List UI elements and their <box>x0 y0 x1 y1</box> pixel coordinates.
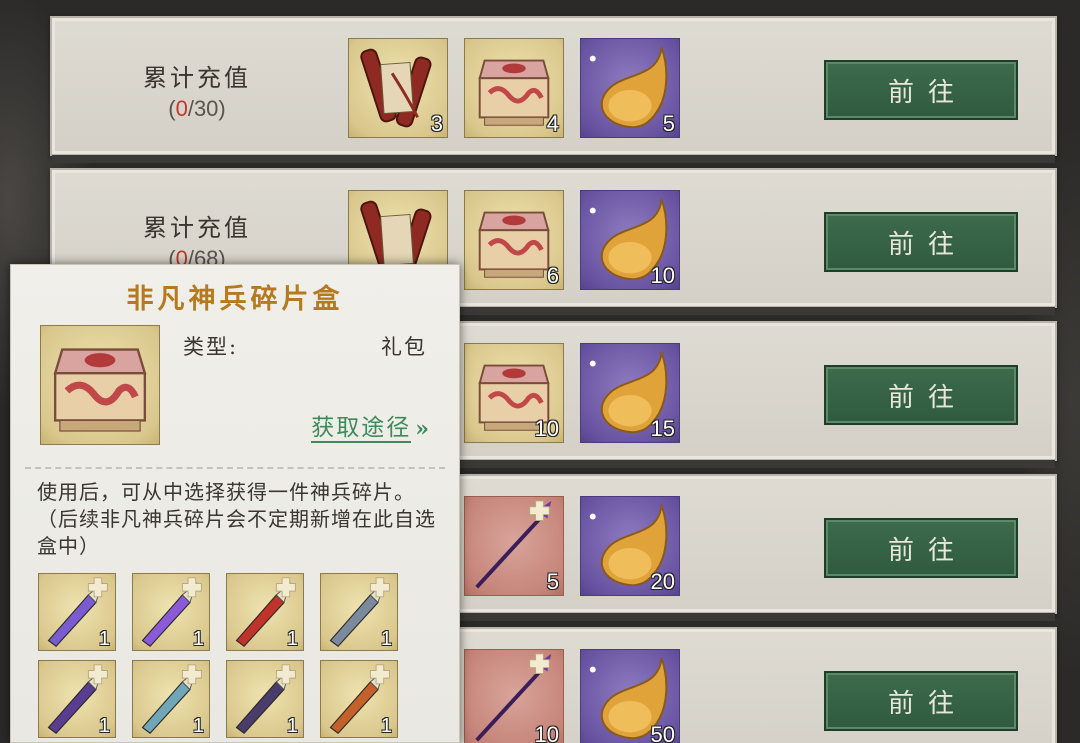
chest-icon[interactable]: 10 <box>464 343 564 443</box>
type-label: 类型: <box>183 335 239 359</box>
flame-orb-icon[interactable]: 50 <box>580 649 680 743</box>
go-button[interactable]: 前往 <box>824 671 1018 731</box>
type-value: 礼包 <box>381 335 427 359</box>
row-title: 累计充值 <box>143 64 251 92</box>
quantity-label: 1 <box>192 715 204 737</box>
shield-fragment-icon[interactable]: 1 <box>38 660 116 738</box>
blade-fragment-icon[interactable]: 1 <box>226 573 304 651</box>
obtain-source-label[interactable]: 获取途径 <box>311 415 412 444</box>
quantity-label: 1 <box>98 715 110 737</box>
popup-title: 非凡神兵碎片盒 <box>126 284 344 315</box>
row-progress: (0/30) <box>168 96 226 121</box>
flame-orb-icon[interactable]: 20 <box>580 496 680 596</box>
quantity-label: 1 <box>380 628 392 650</box>
obtain-source-link[interactable]: 获取途径 » <box>311 415 431 444</box>
item-tooltip-popup: 非凡神兵碎片盒 类型: 礼包 获取途径 » 使用后，可从中选择获得一件神兵碎片。… <box>10 264 460 743</box>
sword-fragment-icon[interactable]: 1 <box>132 660 210 738</box>
divider <box>25 467 445 469</box>
flame-orb-icon[interactable]: 15 <box>580 343 680 443</box>
go-button[interactable]: 前往 <box>824 60 1018 120</box>
go-button[interactable]: 前往 <box>824 212 1018 272</box>
quantity-label: 1 <box>98 628 110 650</box>
spear-fragment-icon[interactable]: 10 <box>464 649 564 743</box>
chest-icon[interactable]: 6 <box>464 190 564 290</box>
quantity-label: 1 <box>286 715 298 737</box>
quantity-label: 1 <box>192 628 204 650</box>
flame-orb-icon[interactable]: 5 <box>580 38 680 138</box>
spear-fragment-icon[interactable]: 5 <box>464 496 564 596</box>
flame-orb-icon[interactable]: 10 <box>580 190 680 290</box>
staff-fragment-icon[interactable]: 1 <box>320 660 398 738</box>
double-chevron-right-icon: » <box>415 416 431 443</box>
go-button[interactable]: 前往 <box>824 365 1018 425</box>
row-title: 累计充值 <box>143 214 251 242</box>
spear-fragment-icon[interactable]: 1 <box>132 573 210 651</box>
item-description: 使用后，可从中选择获得一件神兵碎片。（后续非凡神兵碎片会不定期新增在此自选盒中） <box>37 480 436 558</box>
reward-row: 累计充值 (0/30) 3 4 5 前往 <box>50 16 1057 163</box>
scroll-icon[interactable]: 3 <box>348 38 448 138</box>
go-button[interactable]: 前往 <box>824 518 1018 578</box>
halberd-fragment-icon[interactable]: 1 <box>320 573 398 651</box>
dagger-fragment-icon[interactable]: 1 <box>226 660 304 738</box>
quantity-label: 1 <box>286 628 298 650</box>
axe-fragment-icon[interactable]: 1 <box>38 573 116 651</box>
quantity-label: 1 <box>380 715 392 737</box>
chest-icon[interactable]: 4 <box>464 38 564 138</box>
chest-icon <box>40 325 160 445</box>
